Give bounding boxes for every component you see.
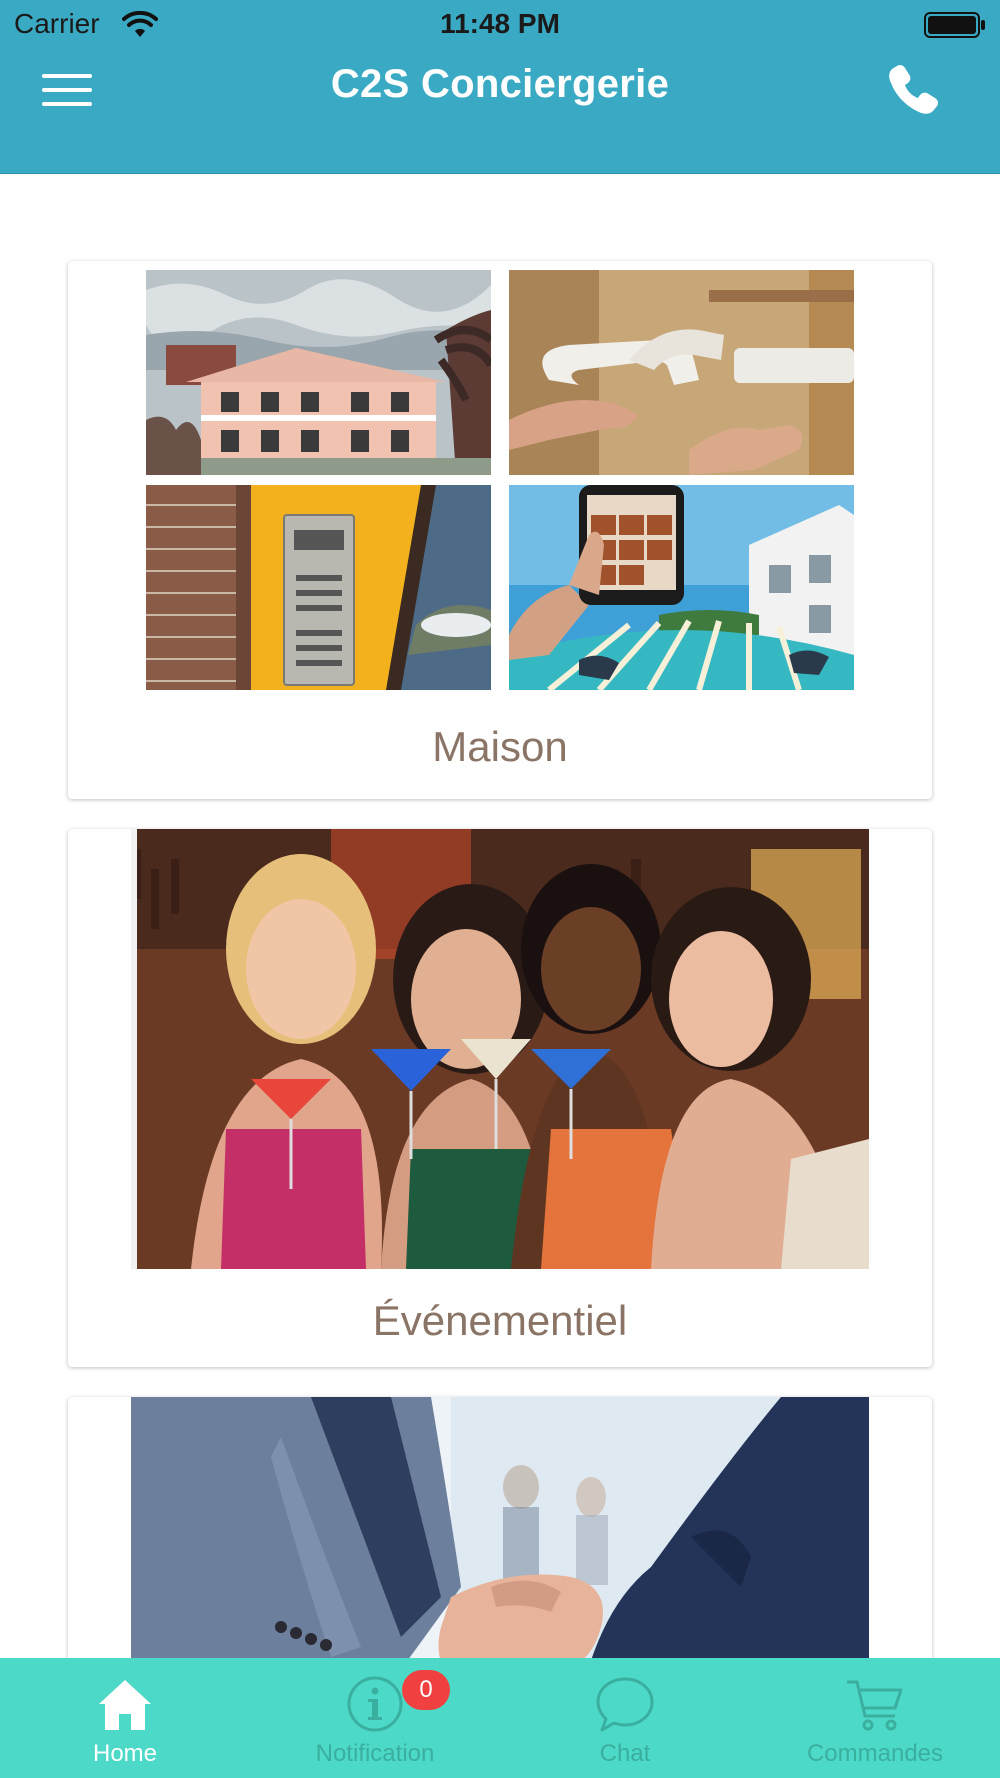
app-header: Carrier 11:48 PM C2S Conciergerie — [0, 0, 1000, 174]
intercom-photo — [146, 485, 491, 690]
phone-icon[interactable] — [884, 60, 942, 118]
chat-bubble-icon — [596, 1677, 654, 1732]
category-card-evenementiel[interactable]: Événementiel — [68, 829, 932, 1367]
tab-label-commandes: Commandes — [806, 1740, 944, 1767]
cart-icon — [847, 1680, 903, 1731]
status-bar: Carrier 11:48 PM — [0, 0, 1000, 50]
home-icon — [99, 1680, 151, 1730]
category-list[interactable]: Maison Événementiel — [0, 175, 1000, 1658]
tab-label-chat: Chat — [599, 1740, 651, 1767]
bottom-tab-bar: Home 0 Notification Chat Commandes — [0, 1658, 1000, 1778]
card-label-evenementiel: Événementiel — [372, 1297, 628, 1344]
page-title: C2S Conciergerie — [330, 62, 670, 106]
info-icon — [347, 1676, 403, 1732]
notification-count-badge: 0 — [402, 1670, 450, 1710]
smartphone-hammock-photo — [509, 485, 854, 690]
tab-chat[interactable]: Chat — [500, 1658, 750, 1778]
category-card-maison[interactable]: Maison — [68, 261, 932, 799]
tab-label-home: Home — [92, 1740, 158, 1767]
tab-label-notification: Notification — [315, 1740, 435, 1767]
tab-notification[interactable]: 0 Notification — [250, 1658, 500, 1778]
status-time: 11:48 PM — [440, 8, 560, 39]
plumbing-photo — [509, 270, 854, 475]
battery-icon — [924, 12, 985, 38]
party-friends-photo — [131, 829, 869, 1269]
card-label-maison: Maison — [432, 723, 568, 770]
category-card-business[interactable] — [68, 1397, 932, 1658]
handshake-photo — [131, 1397, 869, 1658]
tab-home[interactable]: Home — [0, 1658, 250, 1778]
tab-commandes[interactable]: Commandes — [750, 1658, 1000, 1778]
house-photo — [146, 270, 491, 475]
